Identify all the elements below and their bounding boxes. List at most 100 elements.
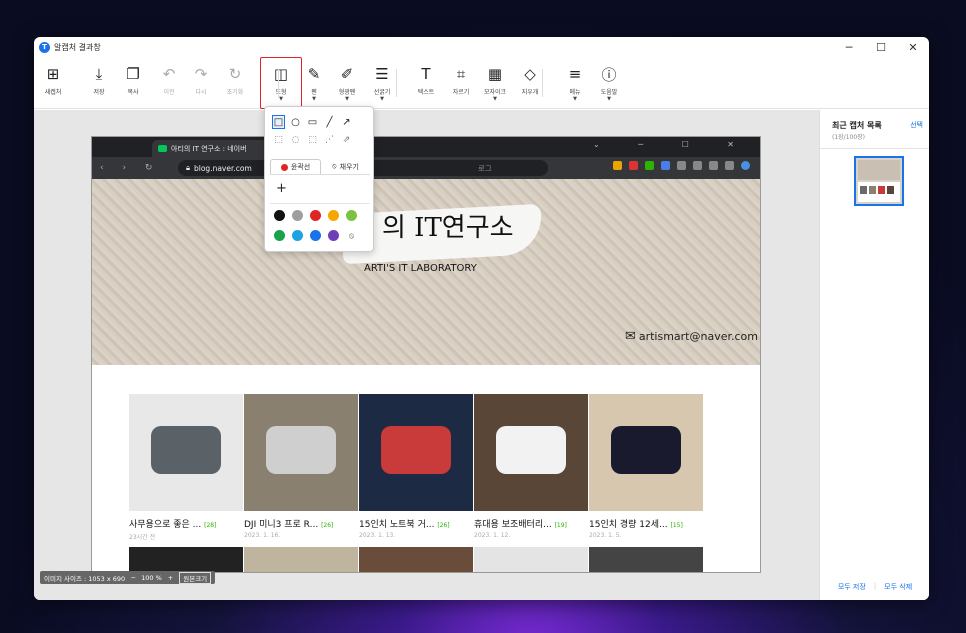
post-thumbnail — [474, 547, 588, 572]
captured-image[interactable]: 아티의 IT 연구소 : 네이버 ⌄ ─ ☐ ✕ ‹ › ↻ 🔒︎ blog.n… — [91, 136, 761, 573]
extension-icon — [661, 161, 670, 170]
copy-button[interactable]: ❐ 복사 — [118, 63, 148, 96]
color-swatch[interactable] — [328, 230, 339, 241]
close-button[interactable]: ✕ — [897, 37, 929, 57]
maximize-button[interactable]: ☐ — [865, 37, 897, 57]
post-thumbnail — [474, 394, 588, 511]
shape-option-row2-2[interactable]: ⬚ — [307, 134, 318, 146]
post-caption: 15인치 노트북 거... [26] — [359, 517, 473, 530]
shape-button[interactable]: ◫ 도형 ▼ — [266, 63, 296, 102]
color-swatch[interactable] — [310, 230, 321, 241]
app-logo-icon: T — [39, 41, 50, 53]
color-swatch[interactable] — [328, 210, 339, 221]
new-button[interactable]: ⊞ 새캡처 — [38, 63, 68, 96]
color-swatch[interactable] — [292, 230, 303, 241]
help-button[interactable]: ⓘ 도움말 ▼ — [594, 63, 624, 103]
menu-button[interactable]: ≡ 메뉴 ▼ — [560, 63, 590, 102]
lock-icon: 🔒︎ — [186, 163, 190, 172]
color-swatch[interactable] — [310, 210, 321, 221]
new-label: 새캡처 — [44, 89, 62, 96]
add-color-button[interactable]: + — [276, 181, 287, 196]
browser-url: blog.naver.com — [194, 163, 252, 173]
highlighter-button[interactable]: ✐ 형광펜 ▼ — [332, 63, 362, 102]
reset-button[interactable]: ↻ 초기화 — [220, 63, 250, 96]
extension-icon — [629, 161, 638, 170]
thumbnail-banner — [858, 160, 900, 180]
post-thumbnail — [129, 547, 243, 572]
thickness-label: 선굵기 — [373, 89, 391, 96]
post-comment-count: [19] — [554, 522, 567, 529]
post-date: 2023. 1. 5. — [589, 532, 622, 539]
capture-thumbnail[interactable] — [854, 156, 904, 206]
post-thumbnail-object — [151, 426, 221, 474]
shape-option-row1-2[interactable]: ▭ — [307, 116, 318, 128]
extension-icon — [725, 161, 734, 170]
no-color-swatch[interactable]: ⦸ — [346, 230, 357, 241]
post-card: DJI 미니3 프로 R... [26] 2023. 1. 16. — [244, 394, 358, 541]
zoom-value: 100 % — [141, 573, 162, 582]
shape-option-row2-0[interactable]: ⬚ — [273, 134, 284, 146]
post-thumbnail-object — [266, 426, 336, 474]
post-caption: DJI 미니3 프로 R... [26] — [244, 517, 358, 530]
shape-option-row1-1[interactable]: ○ — [290, 116, 301, 128]
app-window: T 알캡처 결과창 ─ ☐ ✕ ⊞ 새캡처 ⤓ 저장 ❐ 복사 ↶ 이전 ↷ 다시 ↻ 초기화 ◫ 도형 ▼… — [34, 37, 929, 600]
popup-divider — [270, 203, 370, 204]
save-all-button[interactable]: 모두 저장 — [838, 582, 866, 592]
pen-button[interactable]: ✎ 펜 ▼ — [299, 63, 329, 102]
extension-icon — [693, 161, 702, 170]
fill-mode-tabs: 윤곽선 ⦸ 채우기 — [270, 159, 370, 175]
color-palette-row1 — [274, 210, 357, 221]
menu-label: 메뉴 — [569, 89, 581, 96]
original-size-button[interactable]: 원본크기 — [179, 571, 212, 584]
undo-icon: ↶ — [162, 65, 176, 83]
shape-option-row1-0[interactable]: □ — [272, 115, 285, 129]
pen-label: 펜 — [311, 89, 317, 96]
shape-icon: ◫ — [273, 65, 289, 83]
shape-option-row2-3[interactable]: ⋰ — [324, 134, 335, 146]
delete-all-button[interactable]: 모두 삭제 — [884, 582, 912, 592]
shape-option-row1-4[interactable]: ↗ — [341, 116, 352, 128]
chevron-down-icon: ▼ — [279, 96, 283, 102]
zoom-in-button[interactable]: + — [168, 574, 173, 582]
undo-button[interactable]: ↶ 이전 — [154, 63, 184, 96]
save-button[interactable]: ⤓ 저장 — [84, 63, 114, 96]
redo-button[interactable]: ↷ 다시 — [186, 63, 216, 96]
status-bar: 이미지 사이즈 : 1053 x 690 ─ 100 % + 원본크기 — [40, 571, 216, 584]
color-swatch[interactable] — [346, 210, 357, 221]
reset-label: 초기화 — [226, 89, 244, 96]
browser-address-bar: ‹ › ↻ 🔒︎ blog.naver.com 로그 — [92, 157, 760, 179]
browser-tab-title: 아티의 IT 연구소 : 네이버 — [171, 144, 247, 153]
text-icon: T — [421, 65, 431, 83]
window-title: 알캡처 결과창 — [54, 42, 101, 52]
post-comment-count: [28] — [204, 522, 217, 529]
toolbar-separator — [396, 69, 397, 97]
post-card: 사무용으로 좋은 ... [28] 23시간 전 — [129, 394, 243, 541]
mosaic-label: 모자이크 — [483, 89, 507, 96]
thickness-button[interactable]: ☰ 선굵기 ▼ — [367, 63, 397, 102]
post-comment-count: [26] — [437, 522, 450, 529]
color-swatch[interactable] — [274, 210, 285, 221]
text-button[interactable]: T 텍스트 — [411, 63, 441, 96]
toolbar: ⊞ 새캡처 ⤓ 저장 ❐ 복사 ↶ 이전 ↷ 다시 ↻ 초기화 ◫ 도형 ▼ ✎ 펜 ▼ ✐ 형광펜 ▼ ☰ 선굵기 ▼ T 텍스… — [34, 57, 929, 109]
shape-option-row2-1[interactable]: ◌ — [290, 134, 301, 146]
image-size-label: 이미지 사이즈 : 1053 x 690 — [44, 574, 126, 583]
recent-captures-title: 최근 캡처 목록 — [832, 121, 882, 130]
eraser-button[interactable]: ◇ 지우개 — [515, 63, 545, 96]
image-canvas[interactable]: 아티의 IT 연구소 : 네이버 ⌄ ─ ☐ ✕ ‹ › ↻ 🔒︎ blog.n… — [34, 110, 819, 600]
zoom-out-button[interactable]: ─ — [131, 574, 135, 582]
tab-fill[interactable]: ⦸ 채우기 — [321, 159, 370, 174]
copy-label: 복사 — [127, 89, 139, 96]
shape-option-row1-3[interactable]: ╱ — [324, 116, 335, 128]
post-thumbnail — [589, 394, 703, 511]
help-icon: ⓘ — [601, 65, 617, 84]
shape-option-row2-4[interactable]: ⇗ — [341, 134, 352, 146]
crop-button[interactable]: ⌗ 자르기 — [446, 63, 476, 96]
shape-row-dashed: ⬚ ◌ ⬚ ⋰ ⇗ — [273, 134, 352, 146]
download-icon: ⤓ — [95, 65, 103, 83]
color-swatch[interactable] — [292, 210, 303, 221]
minimize-button[interactable]: ─ — [833, 37, 865, 57]
select-button[interactable]: 선택 — [910, 120, 923, 130]
mosaic-button[interactable]: ▦ 모자이크 ▼ — [480, 63, 510, 102]
tab-outline[interactable]: 윤곽선 — [270, 159, 321, 174]
color-swatch[interactable] — [274, 230, 285, 241]
